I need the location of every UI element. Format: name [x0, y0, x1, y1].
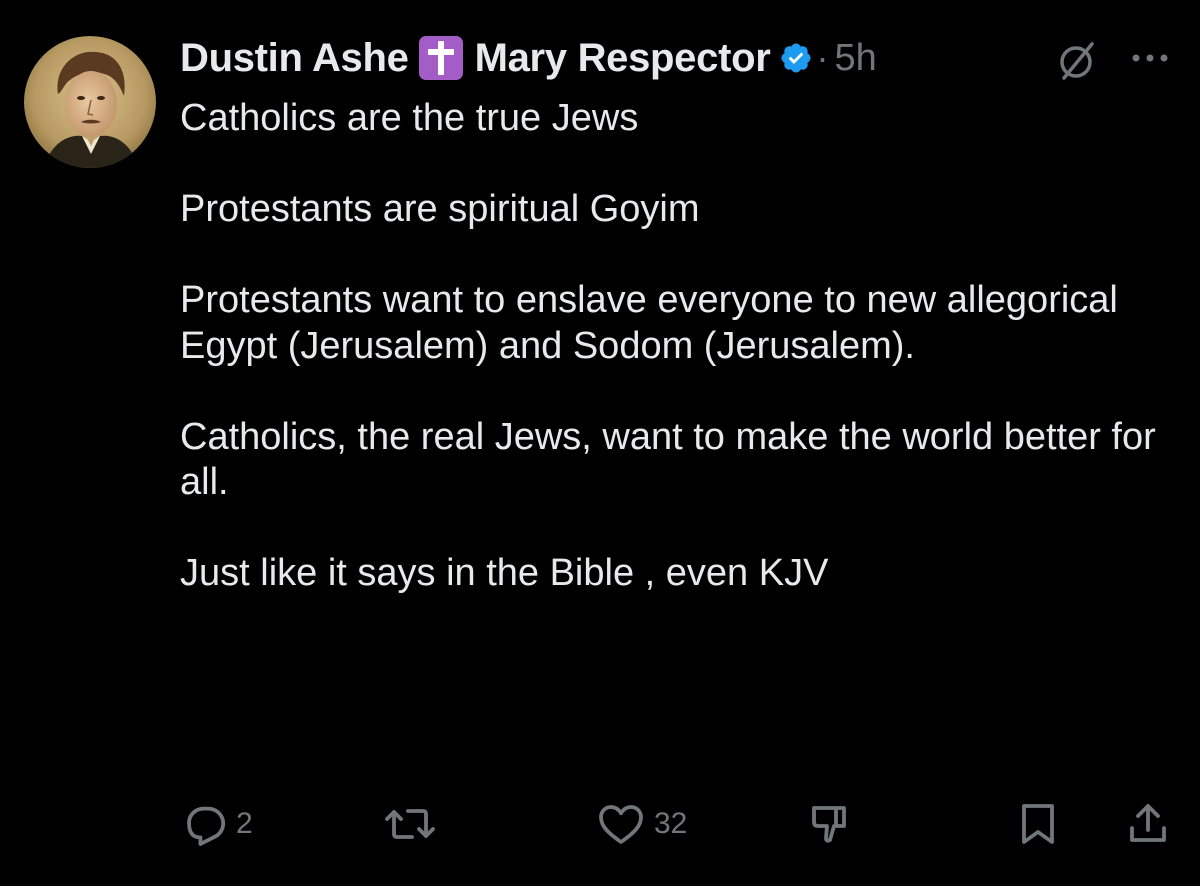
tweet: Dustin Ashe Mary Respector · 5h Catholic…: [0, 0, 1200, 886]
grok-icon[interactable]: [1054, 38, 1100, 84]
reply-count: 2: [236, 807, 253, 840]
share-button[interactable]: [1124, 796, 1172, 852]
avatar-portrait-image: [24, 36, 156, 168]
bookmark-button[interactable]: [1016, 796, 1060, 852]
bookmark-icon: [1022, 804, 1054, 844]
post-paragraph: Catholics, the real Jews, want to make t…: [180, 415, 1156, 504]
post-timestamp[interactable]: 5h: [835, 37, 877, 80]
more-options-icon[interactable]: [1128, 48, 1172, 68]
thumbs-down-icon: [812, 806, 846, 843]
repost-icon: [385, 809, 435, 839]
repost-button[interactable]: [384, 796, 444, 852]
dislike-button[interactable]: [806, 796, 854, 852]
post-paragraph: Protestants are spiritual Goyim: [180, 188, 700, 230]
heart-icon: [599, 805, 643, 844]
share-icon: [1130, 804, 1166, 842]
post-paragraph: Catholics are the true Jews: [180, 97, 639, 139]
header-separator: ·: [816, 37, 829, 78]
reply-icon: [187, 806, 226, 846]
verified-badge-icon[interactable]: [779, 41, 813, 75]
post-header: Dustin Ashe Mary Respector · 5h: [180, 30, 877, 86]
post-body: Catholics are the true Jews Protestants …: [180, 96, 1170, 597]
author-name-second[interactable]: Mary Respector: [475, 36, 771, 81]
like-button[interactable]: 32: [596, 796, 687, 852]
avatar[interactable]: [24, 36, 156, 168]
like-count: 32: [654, 807, 688, 840]
post-paragraph: Just like it says in the Bible , even KJ…: [180, 552, 829, 594]
latin-cross-icon: [418, 36, 463, 80]
post-paragraph: Protestants want to enslave everyone to …: [180, 279, 1118, 367]
reply-button[interactable]: 2: [180, 796, 253, 852]
post-actions-bar: 2 32: [0, 796, 1200, 852]
author-name-first[interactable]: Dustin Ashe: [180, 36, 409, 81]
